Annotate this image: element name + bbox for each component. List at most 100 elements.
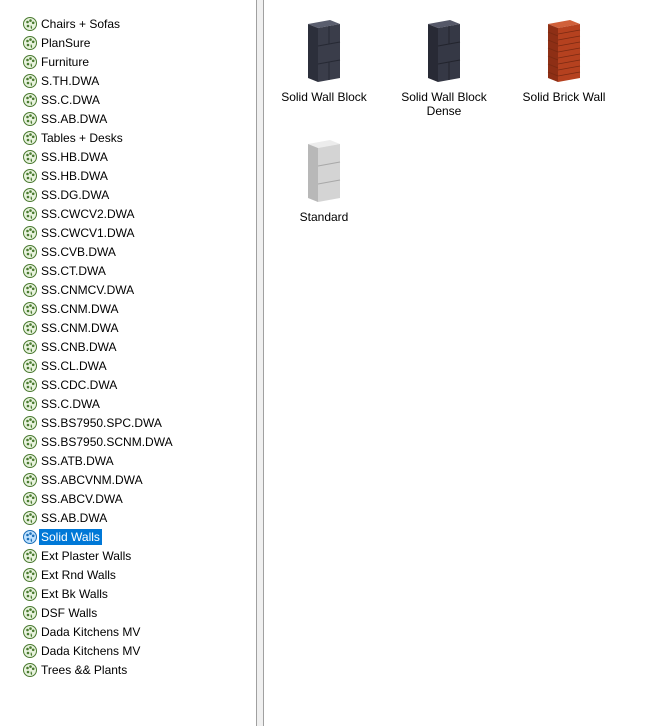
palette-icon bbox=[22, 415, 38, 431]
palette-icon bbox=[22, 130, 38, 146]
palette-icon bbox=[22, 548, 38, 564]
tree-item-label: SS.ABCVNM.DWA bbox=[41, 472, 143, 487]
palette-icon bbox=[22, 377, 38, 393]
tree-item-label: SS.DG.DWA bbox=[41, 187, 110, 202]
tree-item[interactable]: S.TH.DWA bbox=[22, 71, 175, 90]
tree-item[interactable]: DSF Walls bbox=[22, 603, 175, 622]
tree-item-label: Trees && Plants bbox=[41, 662, 128, 677]
palette-icon bbox=[22, 73, 38, 89]
tree-item[interactable]: SS.C.DWA bbox=[22, 394, 175, 413]
content-pane: Solid Wall Block Solid Wall BlockDense bbox=[263, 0, 668, 726]
tree-item[interactable]: SS.CNM.DWA bbox=[22, 318, 175, 337]
tree-item[interactable]: Dada Kitchens MV bbox=[22, 622, 175, 641]
palette-icon bbox=[22, 510, 38, 526]
tree-item[interactable]: Tables + Desks bbox=[22, 128, 175, 147]
tree-item[interactable]: SS.BS7950.SPC.DWA bbox=[22, 413, 175, 432]
tree-item-label: SS.ATB.DWA bbox=[41, 453, 114, 468]
palette-icon bbox=[22, 453, 38, 469]
tree-item[interactable]: Ext Bk Walls bbox=[22, 584, 175, 603]
tree-item[interactable]: SS.HB.DWA bbox=[22, 166, 175, 185]
tree-item[interactable]: SS.AB.DWA bbox=[22, 508, 175, 527]
tree-item[interactable]: SS.CT.DWA bbox=[22, 261, 175, 280]
tree-item[interactable]: Dada Kitchens MV bbox=[22, 641, 175, 660]
tree-item[interactable]: SS.DG.DWA bbox=[22, 185, 175, 204]
palette-icon bbox=[22, 168, 38, 184]
tree-item[interactable]: SS.CVB.DWA bbox=[22, 242, 175, 261]
tile-solid-wall-block-dense[interactable]: Solid Wall Block Dense bbox=[384, 16, 504, 118]
tree-item[interactable]: Solid Walls bbox=[22, 527, 175, 546]
tree-item-label: SS.CNM.DWA bbox=[41, 301, 119, 316]
palette-icon bbox=[22, 244, 38, 260]
tree-item-label: Chairs + Sofas bbox=[41, 16, 121, 31]
tile-label: Solid Brick Wall bbox=[522, 90, 606, 104]
tree-item-label: SS.AB.DWA bbox=[41, 510, 108, 525]
tree-item-label: SS.HB.DWA bbox=[41, 149, 108, 164]
tile-standard[interactable]: Standard bbox=[264, 136, 384, 224]
tree-item[interactable]: SS.HB.DWA bbox=[22, 147, 175, 166]
tile-grid: Solid Wall Block Solid Wall BlockDense bbox=[264, 0, 668, 726]
palette-icon bbox=[22, 149, 38, 165]
tree-item-label: SS.CVB.DWA bbox=[41, 244, 116, 259]
tree-item[interactable]: SS.CDC.DWA bbox=[22, 375, 175, 394]
tree-item[interactable]: SS.CNB.DWA bbox=[22, 337, 175, 356]
tree-item-label: Solid Walls bbox=[39, 528, 102, 545]
tile-solid-brick-wall[interactable]: Solid Brick Wall bbox=[504, 16, 624, 104]
palette-icon bbox=[22, 225, 38, 241]
palette-icon bbox=[22, 54, 38, 70]
tile-label: Solid Wall Block bbox=[281, 90, 367, 104]
tree-item[interactable]: Ext Rnd Walls bbox=[22, 565, 175, 584]
brick-wall-icon bbox=[547, 20, 581, 82]
palette-icon bbox=[22, 282, 38, 298]
tree-item-label: S.TH.DWA bbox=[41, 73, 100, 88]
tree-item-label: SS.CWCV2.DWA bbox=[41, 206, 135, 221]
palette-icon bbox=[22, 434, 38, 450]
tree-item-label: Furniture bbox=[41, 54, 90, 69]
tree-item[interactable]: SS.CNM.DWA bbox=[22, 299, 175, 318]
tree-item[interactable]: SS.BS7950.SCNM.DWA bbox=[22, 432, 175, 451]
tile-label: Solid Wall Block Dense bbox=[384, 90, 504, 118]
tree-item-label: SS.CDC.DWA bbox=[41, 377, 118, 392]
palette-icon bbox=[22, 16, 38, 32]
tree-item-label: SS.CNB.DWA bbox=[41, 339, 117, 354]
tree-item-label: SS.CNMCV.DWA bbox=[41, 282, 135, 297]
palette-icon bbox=[22, 662, 38, 678]
palette-icon bbox=[22, 320, 38, 336]
tree-item-label: SS.CNM.DWA bbox=[41, 320, 119, 335]
tree-item[interactable]: SS.ABCVNM.DWA bbox=[22, 470, 175, 489]
tree-item-label: SS.CL.DWA bbox=[41, 358, 107, 373]
palette-icon bbox=[22, 111, 38, 127]
tree-item[interactable]: SS.CL.DWA bbox=[22, 356, 175, 375]
wall-block-icon bbox=[308, 20, 341, 82]
tree-item[interactable]: SS.ABCV.DWA bbox=[22, 489, 175, 508]
tree-item-label: Tables + Desks bbox=[41, 130, 123, 145]
palette-icon bbox=[22, 472, 38, 488]
tree-list: Chairs + Sofas PlanSure Furniture S.TH.DWA S… bbox=[22, 14, 175, 679]
palette-icon bbox=[22, 605, 38, 621]
tree-item-label: PlanSure bbox=[41, 35, 91, 50]
tree-pane[interactable]: Chairs + Sofas PlanSure Furniture S.TH.DWA S… bbox=[0, 0, 257, 726]
tree-item-label: SS.ABCV.DWA bbox=[41, 491, 123, 506]
palette-icon bbox=[22, 263, 38, 279]
tree-item-label: SS.HB.DWA bbox=[41, 168, 108, 183]
palette-icon bbox=[22, 491, 38, 507]
palette-icon bbox=[22, 567, 38, 583]
palette-icon bbox=[22, 358, 38, 374]
palette-icon bbox=[22, 396, 38, 412]
tile-label-line2: Dense bbox=[426, 104, 462, 118]
tree-item[interactable]: Chairs + Sofas bbox=[22, 14, 175, 33]
tree-item[interactable]: Trees && Plants bbox=[22, 660, 175, 679]
tile-solid-wall-block[interactable]: Solid Wall Block bbox=[264, 16, 384, 104]
tree-item[interactable]: PlanSure bbox=[22, 33, 175, 52]
tree-item[interactable]: SS.AB.DWA bbox=[22, 109, 175, 128]
palette-icon bbox=[22, 35, 38, 51]
tree-item[interactable]: Furniture bbox=[22, 52, 175, 71]
tree-item-label: SS.BS7950.SPC.DWA bbox=[41, 415, 162, 430]
tree-item[interactable]: SS.ATB.DWA bbox=[22, 451, 175, 470]
palette-icon bbox=[22, 187, 38, 203]
tile-label: Standard bbox=[299, 210, 349, 224]
tree-item[interactable]: SS.CWCV1.DWA bbox=[22, 223, 175, 242]
tree-item[interactable]: SS.CWCV2.DWA bbox=[22, 204, 175, 223]
tree-item[interactable]: SS.C.DWA bbox=[22, 90, 175, 109]
tree-item[interactable]: Ext Plaster Walls bbox=[22, 546, 175, 565]
tree-item[interactable]: SS.CNMCV.DWA bbox=[22, 280, 175, 299]
